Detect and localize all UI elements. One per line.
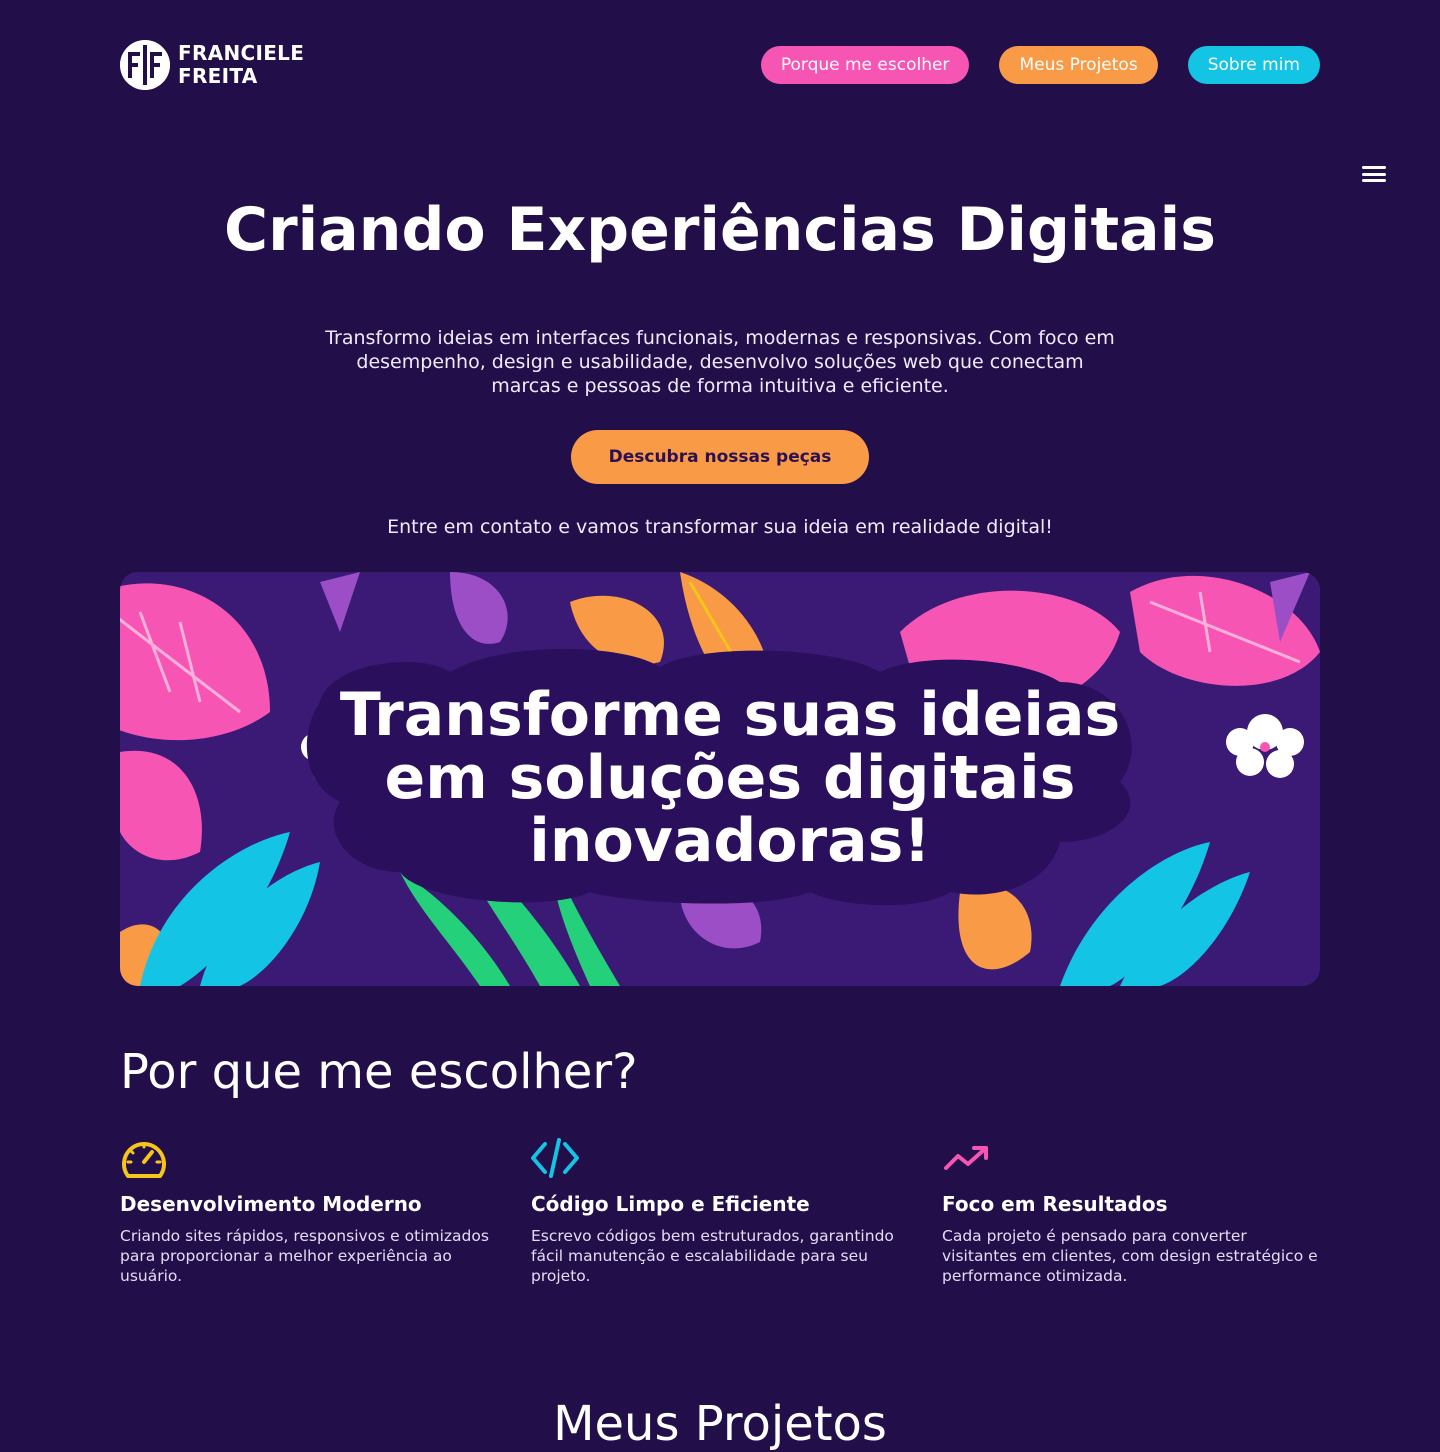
logo-icon	[120, 40, 170, 90]
logo-line2: FREITA	[178, 64, 258, 88]
features-list: Desenvolvimento Moderno Criando sites rá…	[120, 1136, 1320, 1286]
menu-bar	[1362, 179, 1386, 182]
menu-bar	[1362, 166, 1386, 169]
main-nav: Porque me escolher Meus Projetos Sobre m…	[760, 46, 1320, 84]
feature-text: Cada projeto é pensado para converter vi…	[942, 1227, 1318, 1285]
logo[interactable]: FRANCIELE FREITA	[120, 40, 304, 90]
feature-text: Escrevo códigos bem estruturados, garant…	[531, 1227, 894, 1285]
discover-button[interactable]: Descubra nossas peças	[571, 430, 869, 484]
contact-text: Entre em contato e vamos transformar sua…	[387, 516, 1053, 538]
hero-title: Criando Experiências Digitais	[224, 195, 1216, 265]
menu-bar	[1362, 172, 1386, 176]
feature-title: Foco em Resultados	[942, 1192, 1168, 1216]
hero-banner: Transforme suas ideias em soluções digit…	[120, 572, 1320, 986]
trending-up-icon	[942, 1136, 990, 1182]
feature-card: Foco em Resultados Cada projeto é pensad…	[942, 1136, 1320, 1286]
logo-line1: FRANCIELE	[178, 41, 305, 65]
logo-text: FRANCIELE FREITA	[178, 42, 304, 88]
feature-card: Desenvolvimento Moderno Criando sites rá…	[120, 1136, 498, 1286]
speedometer-icon	[120, 1136, 168, 1182]
code-icon	[531, 1136, 579, 1182]
hero-subtitle: Transformo ideias em interfaces funciona…	[325, 327, 1115, 397]
feature-title: Desenvolvimento Moderno	[120, 1192, 422, 1216]
nav-link-porque[interactable]: Porque me escolher	[760, 46, 970, 84]
feature-title: Código Limpo e Eficiente	[531, 1192, 810, 1216]
hamburger-menu-icon[interactable]	[1362, 164, 1386, 184]
site-header: FRANCIELE FREITA Porque me escolher Meus…	[120, 40, 1320, 90]
nav-link-sobre[interactable]: Sobre mim	[1187, 46, 1320, 84]
projects-section-title: Meus Projetos	[553, 1396, 887, 1452]
feature-card: Código Limpo e Eficiente Escrevo códigos…	[531, 1136, 909, 1286]
why-section-title: Por que me escolher?	[120, 1044, 638, 1100]
nav-link-projetos[interactable]: Meus Projetos	[999, 46, 1158, 84]
banner-headline: Transforme suas ideias em soluções digit…	[339, 680, 1121, 876]
feature-text: Criando sites rápidos, responsivos e oti…	[120, 1227, 489, 1285]
